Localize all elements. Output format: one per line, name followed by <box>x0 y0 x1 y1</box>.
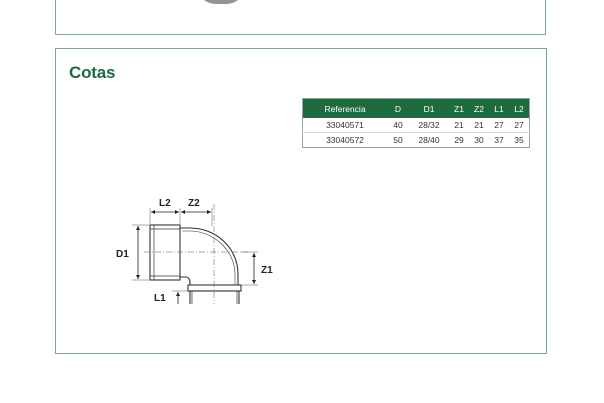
header-d: D <box>387 98 409 118</box>
cell-l2: 27 <box>509 118 530 133</box>
header-d1: D1 <box>409 98 449 118</box>
cell-d1: 28/40 <box>418 135 440 145</box>
label-d1: D1 <box>116 249 129 260</box>
label-l1: L1 <box>154 293 166 304</box>
table-header-row: Referencia D D1 Z1 Z2 L1 L2 <box>302 98 530 118</box>
cell-d1: 28/32 <box>409 118 449 133</box>
label-l2: L2 <box>159 198 171 209</box>
cell-z1: 29 <box>454 135 464 145</box>
elbow-technical-drawing: L2 Z2 D1 Z1 L1 D <box>116 198 273 304</box>
label-z1: Z1 <box>261 265 273 276</box>
cell-z2: 30 <box>474 135 484 145</box>
header-z1: Z1 <box>449 98 469 118</box>
dimensions-panel: Cotas Referencia D D1 Z1 Z2 L1 L2 330405… <box>55 48 547 354</box>
cell-d: 50 <box>393 135 403 145</box>
table-row: 33040571 40 28/32 21 21 27 27 <box>302 118 530 133</box>
previous-panel <box>55 0 546 35</box>
header-referencia: Referencia <box>302 98 387 118</box>
section-title: Cotas <box>69 63 116 82</box>
cell-d: 40 <box>387 118 409 133</box>
label-z2: Z2 <box>188 198 200 209</box>
cell-referencia: 33040572 <box>326 135 364 145</box>
header-z2: Z2 <box>469 98 489 118</box>
cell-l2: 35 <box>514 135 524 145</box>
dimensions-table: Referencia D D1 Z1 Z2 L1 L2 33040571 40 … <box>302 98 530 148</box>
cell-l1: 37 <box>494 135 504 145</box>
table-row: 33040572 50 28/40 29 30 37 35 <box>303 133 530 148</box>
cell-l1: 27 <box>489 118 509 133</box>
cell-z1: 21 <box>449 118 469 133</box>
header-l2: L2 <box>509 98 530 118</box>
product-image-partial <box>196 0 246 4</box>
cell-z2: 21 <box>469 118 489 133</box>
cell-referencia: 33040571 <box>302 118 387 133</box>
header-l1: L1 <box>489 98 509 118</box>
